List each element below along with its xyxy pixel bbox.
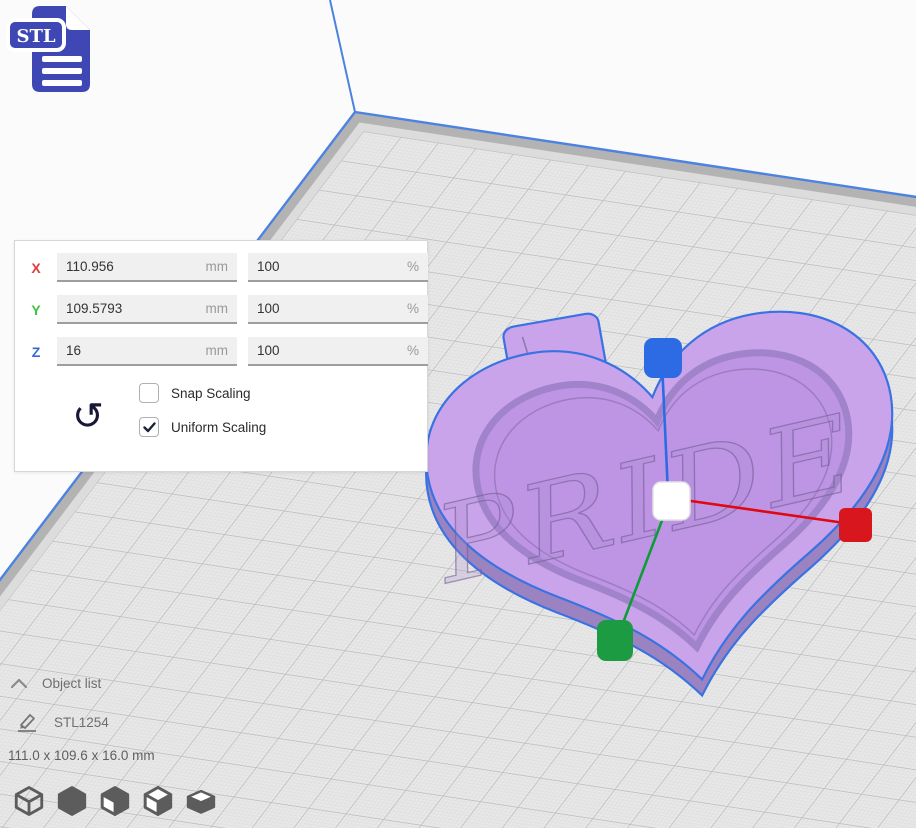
y-scale-handle[interactable] <box>597 620 633 661</box>
z-percent-unit: % <box>407 343 428 358</box>
scale-row-x: X mm % <box>26 252 416 283</box>
y-percent-input[interactable] <box>248 301 407 316</box>
view-front-icon[interactable] <box>98 784 132 818</box>
chevron-up-icon[interactable] <box>10 678 28 689</box>
object-dimensions: 111.0 x 109.6 x 16.0 mm <box>8 748 155 763</box>
scale-options: ↺ Snap Scaling Uniform Scaling <box>49 383 427 437</box>
snap-scaling-label: Snap Scaling <box>171 386 251 401</box>
z-size-field: mm <box>57 337 237 366</box>
object-list-header[interactable]: Object list <box>10 676 101 691</box>
document-fold <box>66 6 90 30</box>
doc-line-3 <box>42 80 82 86</box>
z-scale-handle[interactable] <box>644 338 682 378</box>
axis-y-label: Y <box>26 302 46 318</box>
plate-corner-z-axis-line <box>330 0 355 112</box>
x-size-unit: mm <box>206 259 238 274</box>
uniform-scaling-label: Uniform Scaling <box>171 420 266 435</box>
scale-row-y: Y mm % <box>26 294 416 325</box>
snap-scaling-checkbox[interactable] <box>139 383 159 403</box>
x-size-field: mm <box>57 253 237 282</box>
doc-line-2 <box>42 68 82 74</box>
axis-x-label: X <box>26 260 46 276</box>
y-size-unit: mm <box>206 301 238 316</box>
view-left-icon[interactable] <box>141 784 175 818</box>
x-percent-field: % <box>248 253 428 282</box>
scale-row-z: Z mm % <box>26 336 416 367</box>
uniform-scaling-row: Uniform Scaling <box>139 417 266 437</box>
object-item-name: STL1254 <box>54 715 109 730</box>
y-percent-unit: % <box>407 301 428 316</box>
x-percent-input[interactable] <box>248 259 407 274</box>
z-percent-field: % <box>248 337 428 366</box>
y-size-input[interactable] <box>57 301 206 316</box>
y-size-field: mm <box>57 295 237 324</box>
scale-tool-panel: X mm % Y mm % Z mm % ↺ <box>14 240 428 472</box>
stl-label: STL <box>16 26 55 47</box>
uniform-scaling-checkbox[interactable] <box>139 417 159 437</box>
object-list-item[interactable]: STL1254 <box>16 712 109 732</box>
stl-file-badge: STL <box>6 0 98 100</box>
object-list-title: Object list <box>42 676 101 691</box>
y-percent-field: % <box>248 295 428 324</box>
reset-scale-icon[interactable]: ↺ <box>72 397 104 435</box>
doc-line-1 <box>42 56 82 62</box>
snap-scaling-row: Snap Scaling <box>139 383 266 403</box>
center-scale-handle[interactable] <box>653 482 690 520</box>
view-top-icon[interactable] <box>184 784 218 818</box>
view-iso-icon[interactable] <box>12 784 46 818</box>
x-size-input[interactable] <box>57 259 206 274</box>
view-solid-icon[interactable] <box>55 784 89 818</box>
checkmark-icon <box>143 422 156 433</box>
z-size-unit: mm <box>206 343 238 358</box>
z-size-input[interactable] <box>57 343 206 358</box>
edit-pencil-icon[interactable] <box>16 712 38 732</box>
x-scale-handle[interactable] <box>839 508 872 542</box>
x-percent-unit: % <box>407 259 428 274</box>
axis-z-label: Z <box>26 344 46 360</box>
z-percent-input[interactable] <box>248 343 407 358</box>
camera-view-toolbar <box>12 784 218 818</box>
